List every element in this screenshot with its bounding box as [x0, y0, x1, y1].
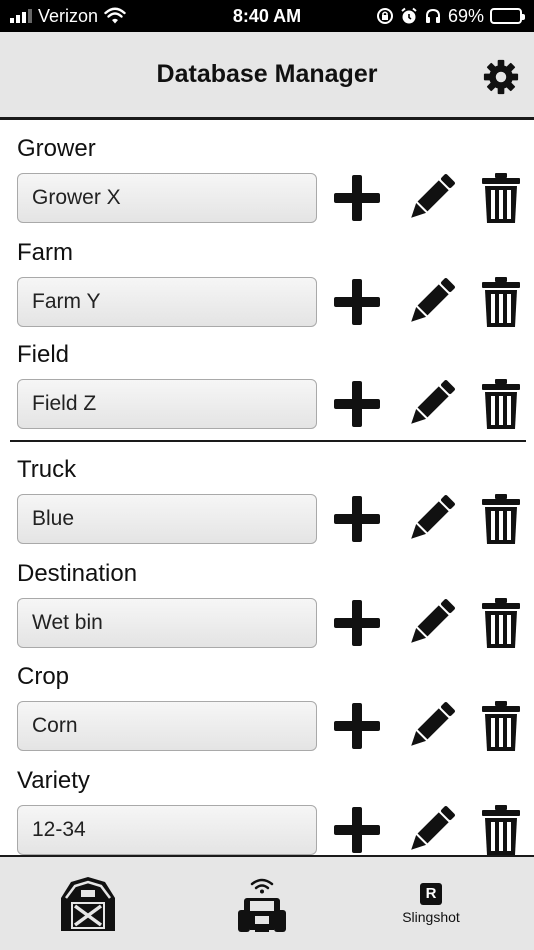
variety-label: Variety [17, 767, 90, 794]
row-grower: Grower Grower X [0, 123, 534, 227]
trash-icon [481, 493, 521, 545]
delete-grower-button[interactable] [473, 170, 529, 226]
plus-icon [332, 701, 382, 751]
add-destination-button[interactable] [329, 595, 385, 651]
pencil-icon [405, 700, 457, 752]
battery-icon [490, 8, 525, 24]
crop-select[interactable]: Corn [17, 701, 317, 751]
row-variety: Variety 12-34 [0, 755, 534, 859]
destination-label: Destination [17, 560, 138, 587]
trash-icon [481, 172, 521, 224]
add-crop-button[interactable] [329, 698, 385, 754]
add-grower-button[interactable] [329, 170, 385, 226]
slingshot-logo-icon: R [420, 882, 442, 905]
plus-icon [332, 494, 382, 544]
headphones-icon [425, 8, 440, 23]
grower-select[interactable]: Grower X [17, 173, 317, 223]
edit-crop-button[interactable] [403, 698, 459, 754]
database-form: Grower Grower X Farm Farm Y Field Field Z Truc… [0, 123, 534, 855]
trash-icon [481, 597, 521, 649]
delete-farm-button[interactable] [473, 274, 529, 330]
add-truck-button[interactable] [329, 491, 385, 547]
alarm-icon [401, 7, 417, 24]
truck-select[interactable]: Blue [17, 494, 317, 544]
edit-field-button[interactable] [403, 376, 459, 432]
pencil-icon [405, 172, 457, 224]
barn-icon [61, 876, 115, 931]
plus-icon [332, 805, 382, 855]
crop-label: Crop [17, 663, 70, 690]
plus-icon [332, 173, 382, 223]
delete-variety-button[interactable] [473, 802, 529, 858]
plus-icon [332, 379, 382, 429]
tab-tractor[interactable] [222, 857, 302, 950]
orientation-lock-icon [376, 8, 393, 24]
plus-icon [332, 277, 382, 327]
battery-percent: 69% [447, 5, 484, 26]
delete-crop-button[interactable] [473, 698, 529, 754]
edit-destination-button[interactable] [403, 595, 459, 651]
slingshot-label: Slingshot [402, 908, 460, 925]
tab-barn[interactable] [48, 857, 128, 950]
add-farm-button[interactable] [329, 274, 385, 330]
add-field-button[interactable] [329, 376, 385, 432]
farm-label: Farm [17, 239, 73, 266]
row-crop: Crop Corn [0, 651, 534, 755]
truck-label: Truck [17, 456, 77, 483]
edit-truck-button[interactable] [403, 491, 459, 547]
add-variety-button[interactable] [329, 802, 385, 858]
row-destination: Destination Wet bin [0, 548, 534, 652]
plus-icon [332, 598, 382, 648]
pencil-icon [405, 493, 457, 545]
pencil-icon [405, 378, 457, 430]
trash-icon [481, 700, 521, 752]
field-label: Field [17, 341, 70, 368]
row-field: Field Field Z [0, 329, 534, 433]
delete-field-button[interactable] [473, 376, 529, 432]
edit-farm-button[interactable] [403, 274, 459, 330]
tab-bar: R Slingshot [0, 855, 534, 950]
pencil-icon [405, 597, 457, 649]
delete-destination-button[interactable] [473, 595, 529, 651]
row-farm: Farm Farm Y [0, 227, 534, 331]
trash-icon [481, 276, 521, 328]
app-header: Database Manager [0, 32, 534, 120]
delete-truck-button[interactable] [473, 491, 529, 547]
variety-select[interactable]: 12-34 [17, 805, 317, 855]
destination-select[interactable]: Wet bin [17, 598, 317, 648]
tractor-icon [238, 878, 286, 932]
status-bar: Verizon 8:40 AM 69% [0, 0, 534, 32]
grower-label: Grower [17, 135, 96, 162]
farm-select[interactable]: Farm Y [17, 277, 317, 327]
trash-icon [481, 378, 521, 430]
gear-icon[interactable] [482, 58, 520, 96]
page-title: Database Manager [156, 60, 378, 88]
edit-grower-button[interactable] [403, 170, 459, 226]
pencil-icon [405, 804, 457, 856]
edit-variety-button[interactable] [403, 802, 459, 858]
section-divider [10, 440, 526, 442]
status-right: 69% [376, 0, 525, 32]
tab-slingshot[interactable]: R Slingshot [386, 857, 476, 950]
trash-icon [481, 804, 521, 856]
field-select[interactable]: Field Z [17, 379, 317, 429]
pencil-icon [405, 276, 457, 328]
row-truck: Truck Blue [0, 444, 534, 548]
